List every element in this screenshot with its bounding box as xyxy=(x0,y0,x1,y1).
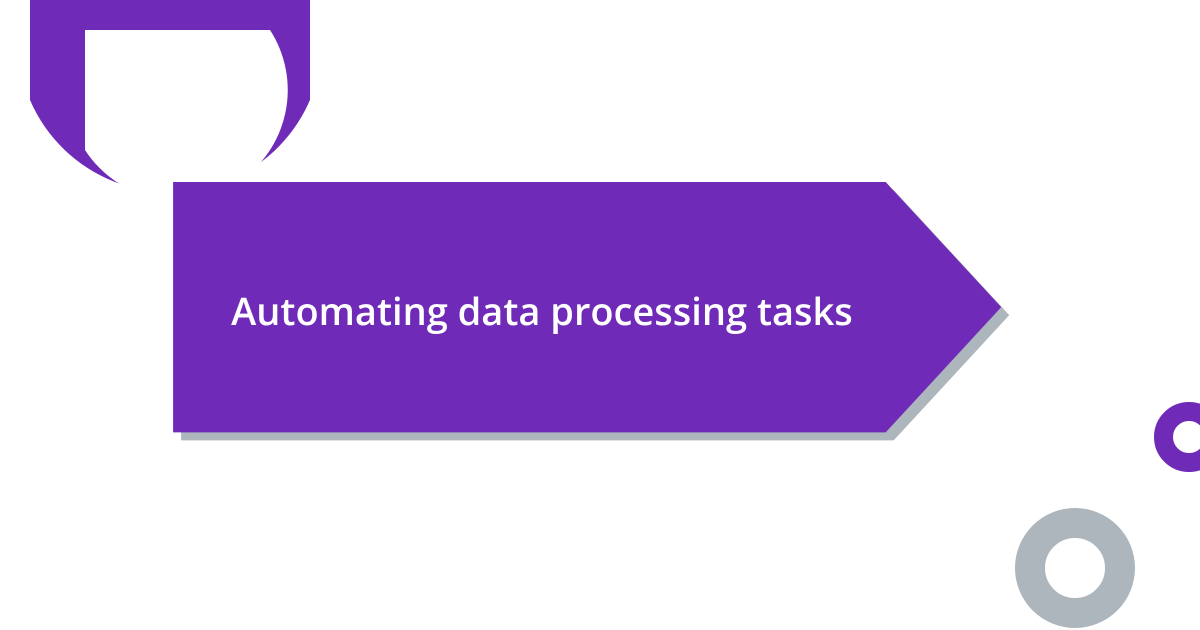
ring-decoration-gray xyxy=(1015,508,1135,628)
ring-decoration-purple xyxy=(1154,402,1200,472)
corner-decoration xyxy=(30,0,310,210)
title-banner: Automating data processing tasks xyxy=(162,182,1022,442)
banner-title: Automating data processing tasks xyxy=(162,182,922,442)
